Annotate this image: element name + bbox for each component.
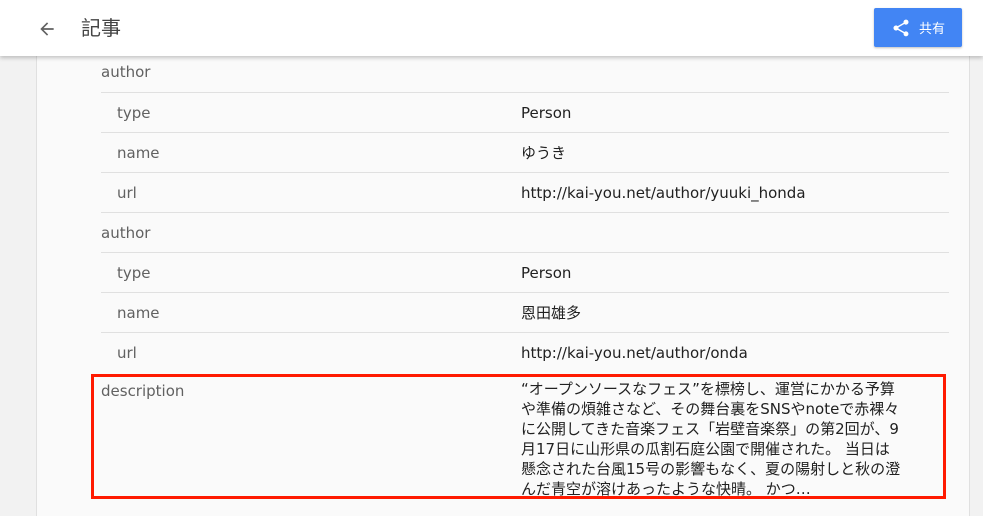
property-row-type: type Person (101, 252, 949, 293)
share-icon (893, 19, 909, 36)
property-value-link[interactable]: http://kai-you.net/author/onda (521, 333, 748, 373)
property-row-type: type Person (101, 92, 949, 133)
property-row-name: name 恩田雄多 (101, 292, 949, 333)
property-value: Person (521, 104, 572, 122)
property-row-name: name ゆうき (101, 132, 949, 173)
author-label: author (101, 63, 151, 81)
property-value: 恩田雄多 (521, 304, 582, 322)
page-title: 記事 (81, 16, 121, 40)
property-row-url: url http://kai-you.net/author/onda (101, 332, 949, 373)
back-button[interactable] (32, 14, 62, 44)
property-value: Person (521, 264, 572, 282)
property-key: name (117, 144, 160, 162)
property-key: type (117, 264, 151, 282)
property-value: ゆうき (521, 144, 567, 162)
property-key: url (117, 344, 137, 362)
arrow-back-icon (40, 22, 54, 36)
app-bar: 記事 共有 (0, 0, 983, 56)
property-key: name (117, 304, 160, 322)
highlight-box (91, 374, 946, 499)
property-row-url: url http://kai-you.net/author/yuuki_hond… (101, 172, 949, 213)
property-key: url (117, 184, 137, 202)
property-value-link[interactable]: http://kai-you.net/author/yuuki_honda (521, 173, 806, 213)
author-row: author (101, 212, 949, 253)
author-label: author (101, 224, 151, 242)
share-button-label: 共有 (918, 22, 945, 37)
property-key: type (117, 104, 151, 122)
share-button[interactable]: 共有 (874, 8, 962, 47)
